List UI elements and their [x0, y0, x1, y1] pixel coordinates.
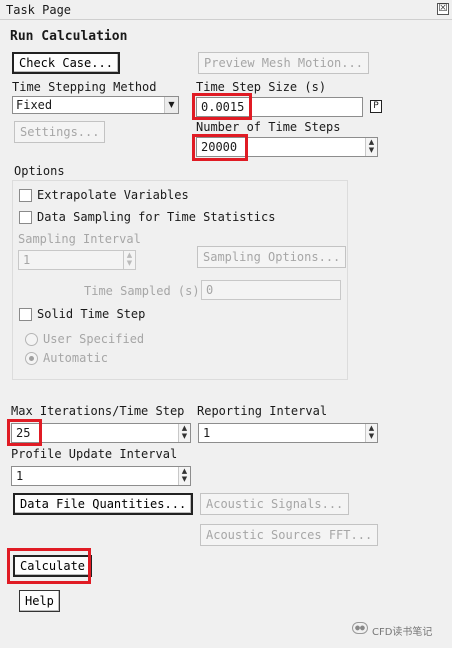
acoustic-signals-button[interactable]: Acoustic Signals... — [200, 493, 350, 515]
reporting-interval-label: Reporting Interval — [197, 404, 328, 418]
time-sampled-label: Time Sampled (s) — [84, 284, 200, 298]
help-button[interactable]: Help — [19, 590, 60, 612]
automatic-label: Automatic — [43, 351, 109, 365]
solid-time-step-checkbox[interactable] — [19, 308, 32, 321]
number-of-time-steps-label: Number of Time Steps — [196, 120, 341, 134]
highlight-number-of-time-steps — [192, 134, 248, 161]
time-stepping-method-select[interactable]: Fixed ▼ — [12, 96, 179, 114]
settings-button[interactable]: Settings... — [14, 121, 106, 143]
spin-arrows-icon[interactable]: ▲ ▼ — [123, 251, 135, 269]
sampling-interval-field[interactable]: 1 ▲ ▼ — [18, 250, 136, 270]
watermark-text: CFD读书笔记 — [372, 627, 433, 638]
spin-arrows-icon[interactable]: ▲ ▼ — [365, 424, 377, 442]
time-sampled-field[interactable]: 0 — [201, 280, 341, 300]
highlight-max-iterations — [7, 419, 42, 446]
acoustic-sources-fft-button[interactable]: Acoustic Sources FFT... — [200, 524, 379, 546]
options-heading: Options — [14, 164, 65, 178]
automatic-radio[interactable] — [25, 352, 38, 365]
data-sampling-checkbox[interactable] — [19, 211, 32, 224]
spin-arrows-icon[interactable]: ▲ ▼ — [365, 138, 377, 156]
reporting-interval-field[interactable]: 1 ▲ ▼ — [198, 423, 378, 443]
time-stepping-method-value: Fixed — [16, 98, 53, 112]
title-bar: Task Page ☒ — [0, 0, 452, 20]
preview-mesh-motion-button[interactable]: Preview Mesh Motion... — [198, 52, 369, 74]
reporting-interval-value: 1 — [203, 426, 211, 440]
data-file-quantities-button[interactable]: Data File Quantities... — [13, 493, 194, 515]
profile-update-interval-label: Profile Update Interval — [11, 447, 178, 461]
wechat-icon: ●● — [352, 622, 368, 634]
window-title: Task Page — [6, 3, 72, 17]
time-step-size-label: Time Step Size (s) — [196, 80, 327, 94]
sampling-interval-label: Sampling Interval — [18, 232, 141, 246]
section-heading-run-calculation: Run Calculation — [10, 29, 128, 44]
dropdown-arrow-icon[interactable]: ▼ — [164, 97, 178, 113]
highlight-calculate — [7, 548, 91, 584]
check-case-button[interactable]: Check Case... — [12, 52, 120, 74]
data-sampling-label: Data Sampling for Time Statistics — [37, 210, 276, 224]
user-specified-label: User Specified — [43, 332, 145, 346]
solid-time-step-label: Solid Time Step — [37, 307, 146, 321]
profile-update-interval-field[interactable]: 1 ▲ ▼ — [11, 466, 191, 486]
user-specified-radio[interactable] — [25, 333, 38, 346]
extrapolate-variables-label: Extrapolate Variables — [37, 188, 189, 202]
sampling-interval-value: 1 — [23, 253, 31, 267]
parameter-button[interactable]: P — [370, 100, 382, 113]
profile-update-interval-value: 1 — [16, 469, 24, 483]
time-sampled-value: 0 — [206, 283, 214, 297]
extrapolate-variables-checkbox[interactable] — [19, 189, 32, 202]
close-icon[interactable]: ☒ — [437, 3, 449, 15]
spin-arrows-icon[interactable]: ▲ ▼ — [178, 467, 190, 485]
highlight-time-step-size — [192, 93, 252, 120]
time-stepping-method-label: Time Stepping Method — [12, 80, 157, 94]
sampling-options-button[interactable]: Sampling Options... — [197, 246, 347, 268]
max-iterations-label: Max Iterations/Time Step — [11, 404, 185, 418]
spin-arrows-icon[interactable]: ▲ ▼ — [178, 424, 190, 442]
